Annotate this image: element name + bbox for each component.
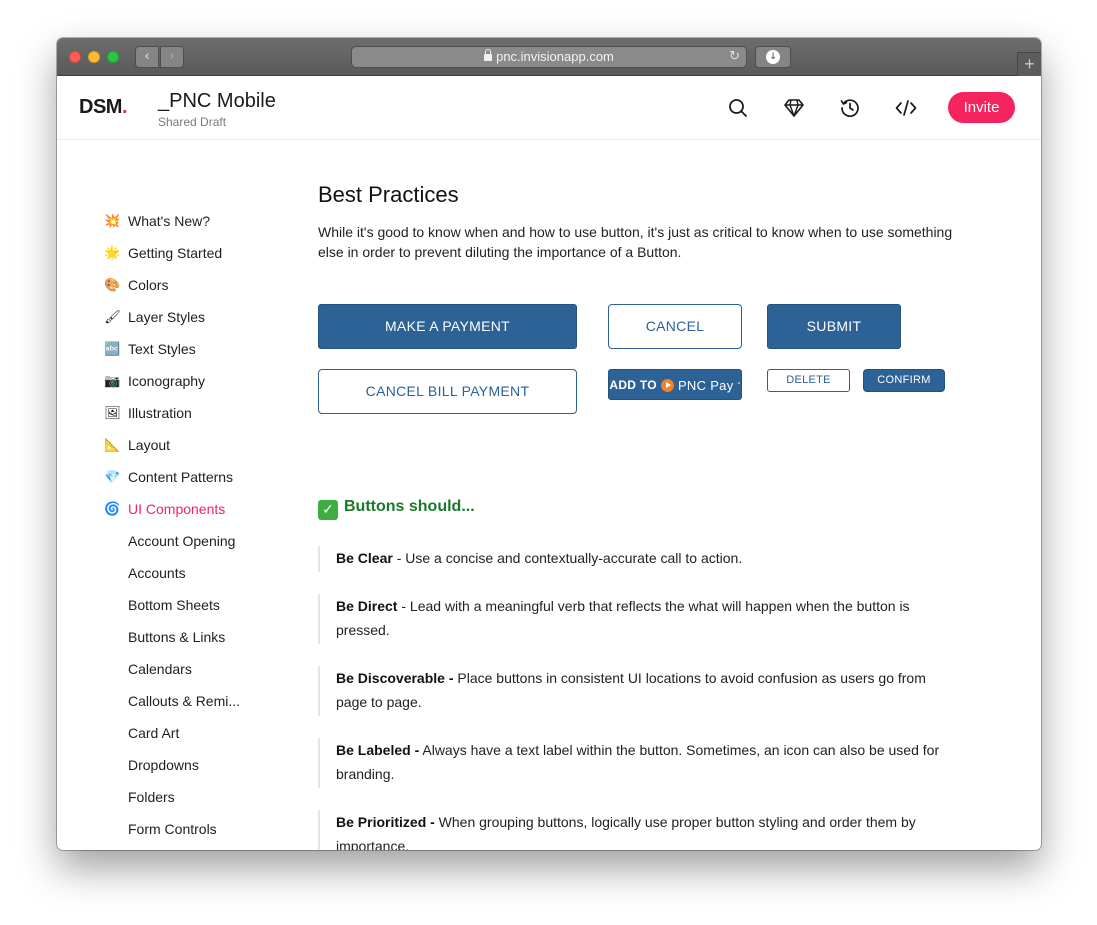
- sidebar-item-label: Iconography: [128, 373, 206, 389]
- downloads-button[interactable]: ↓: [755, 46, 791, 68]
- practice-term: Be Discoverable -: [336, 670, 454, 686]
- sidebar-subitem-folders[interactable]: Folders: [128, 787, 175, 807]
- project-title[interactable]: _PNC Mobile: [158, 90, 276, 113]
- add-to-pnc-pay-button[interactable]: ADD TO PNC Pay °: [608, 369, 742, 400]
- sidebar-subitem-account-opening[interactable]: Account Opening: [128, 531, 235, 551]
- window-maximize-button[interactable]: [107, 51, 119, 63]
- app-header: DSM. _PNC Mobile Shared Draft Invite: [57, 76, 1041, 140]
- sidebar-item-label: Text Styles: [128, 341, 196, 357]
- lock-icon: [484, 49, 493, 61]
- logo-text: DSM: [79, 96, 122, 118]
- browser-window: ‹ › pnc.invisionapp.com ↻ ↓ + DSM. _PNC …: [57, 38, 1041, 850]
- practice-item: Be Direct - Lead with a meaningful verb …: [318, 594, 958, 644]
- buttons-should-heading: ✓ Buttons should...: [318, 498, 475, 520]
- paintbrush-icon: 🖌: [104, 309, 121, 324]
- practice-text: - Lead with a meaningful verb that refle…: [336, 598, 910, 638]
- intro-paragraph: While it's good to know when and how to …: [318, 224, 953, 260]
- check-mark-icon: ✓: [318, 500, 338, 520]
- practice-item: Be Clear - Use a concise and contextuall…: [318, 546, 958, 572]
- pnc-pay-mark: °: [737, 382, 741, 389]
- buttons-should-label: Buttons should...: [344, 498, 475, 515]
- practice-item: Be Discoverable - Place buttons in consi…: [318, 666, 958, 716]
- practice-text: Always have a text label within the butt…: [336, 742, 940, 782]
- cancel-bill-payment-button[interactable]: CANCEL BILL PAYMENT: [318, 369, 577, 414]
- window-minimize-button[interactable]: [88, 51, 100, 63]
- triangular-ruler-icon: 📐: [104, 437, 121, 452]
- url-text: pnc.invisionapp.com: [496, 49, 614, 64]
- dsm-logo[interactable]: DSM.: [79, 96, 128, 119]
- abcd-icon: 🔤: [104, 341, 121, 356]
- sidebar-subitem-accounts[interactable]: Accounts: [128, 563, 186, 583]
- invite-button[interactable]: Invite: [948, 92, 1015, 123]
- sidebar-item-label: Layout: [128, 437, 171, 453]
- sidebar-item-label: Layer Styles: [128, 309, 206, 325]
- pnc-pay-label: PNC Pay: [677, 378, 734, 393]
- practice-term: Be Direct: [336, 598, 398, 614]
- framed-picture-icon: 🖼: [104, 405, 121, 420]
- diamond-icon[interactable]: [783, 97, 805, 119]
- make-a-payment-button[interactable]: MAKE A PAYMENT: [318, 304, 577, 349]
- page-title: Best Practices: [318, 182, 459, 207]
- browser-back-button[interactable]: ‹: [135, 46, 159, 68]
- add-to-label: ADD TO: [609, 378, 657, 392]
- sidebar-subitem-dropdowns[interactable]: Dropdowns: [128, 755, 199, 775]
- sidebar-subitem-callouts[interactable]: Callouts & Remi...: [128, 691, 240, 711]
- collision-icon: 💥: [104, 213, 121, 228]
- camera-icon: 📷: [104, 373, 121, 388]
- sidebar-item-label: Illustration: [128, 405, 192, 421]
- sidebar-item-label: What's New?: [128, 213, 211, 229]
- delete-button[interactable]: DELETE: [767, 369, 850, 392]
- sidebar-item-label: UI Components: [128, 501, 226, 517]
- palette-icon: 🎨: [104, 277, 121, 292]
- star-icon: 🌟: [104, 245, 121, 260]
- browser-titlebar: ‹ › pnc.invisionapp.com ↻ ↓ +: [57, 38, 1041, 76]
- cyclone-icon: 🌀: [104, 501, 121, 516]
- sidebar-subitem-form-controls[interactable]: Form Controls: [128, 819, 217, 839]
- practice-item: Be Prioritized - When grouping buttons, …: [318, 810, 958, 850]
- project-subtitle: Shared Draft: [158, 115, 227, 129]
- sidebar-subitem-bottom-sheets[interactable]: Bottom Sheets: [128, 595, 220, 615]
- address-bar[interactable]: pnc.invisionapp.com ↻: [351, 46, 747, 68]
- cancel-button[interactable]: CANCEL: [608, 304, 742, 349]
- practice-term: Be Labeled -: [336, 742, 420, 758]
- gem-icon: 💎: [104, 469, 121, 484]
- practice-item: Be Labeled - Always have a text label wi…: [318, 738, 958, 788]
- sidebar-item-label: Content Patterns: [128, 469, 234, 485]
- sidebar-item-label: Colors: [128, 277, 169, 293]
- submit-button[interactable]: SUBMIT: [767, 304, 901, 349]
- practice-term: Be Prioritized -: [336, 814, 435, 830]
- sidebar-subitem-card-art[interactable]: Card Art: [128, 723, 179, 743]
- confirm-button[interactable]: CONFIRM: [863, 369, 945, 392]
- sidebar-subitem-buttons-links[interactable]: Buttons & Links: [128, 627, 225, 647]
- new-tab-button[interactable]: +: [1017, 52, 1041, 76]
- download-icon: ↓: [766, 50, 780, 64]
- sidebar-item-label: Getting Started: [128, 245, 223, 261]
- browser-forward-button[interactable]: ›: [160, 46, 184, 68]
- logo-dot: .: [121, 96, 128, 118]
- code-icon[interactable]: [895, 97, 917, 119]
- history-icon[interactable]: [839, 97, 861, 119]
- practice-text: - Use a concise and contextually-accurat…: [392, 550, 743, 566]
- practice-term: Be Clear: [336, 550, 393, 566]
- search-icon[interactable]: [727, 97, 749, 119]
- window-close-button[interactable]: [69, 51, 81, 63]
- reload-icon[interactable]: ↻: [729, 47, 740, 67]
- sidebar-subitem-calendars[interactable]: Calendars: [128, 659, 192, 679]
- pnc-logo-icon: [660, 379, 674, 392]
